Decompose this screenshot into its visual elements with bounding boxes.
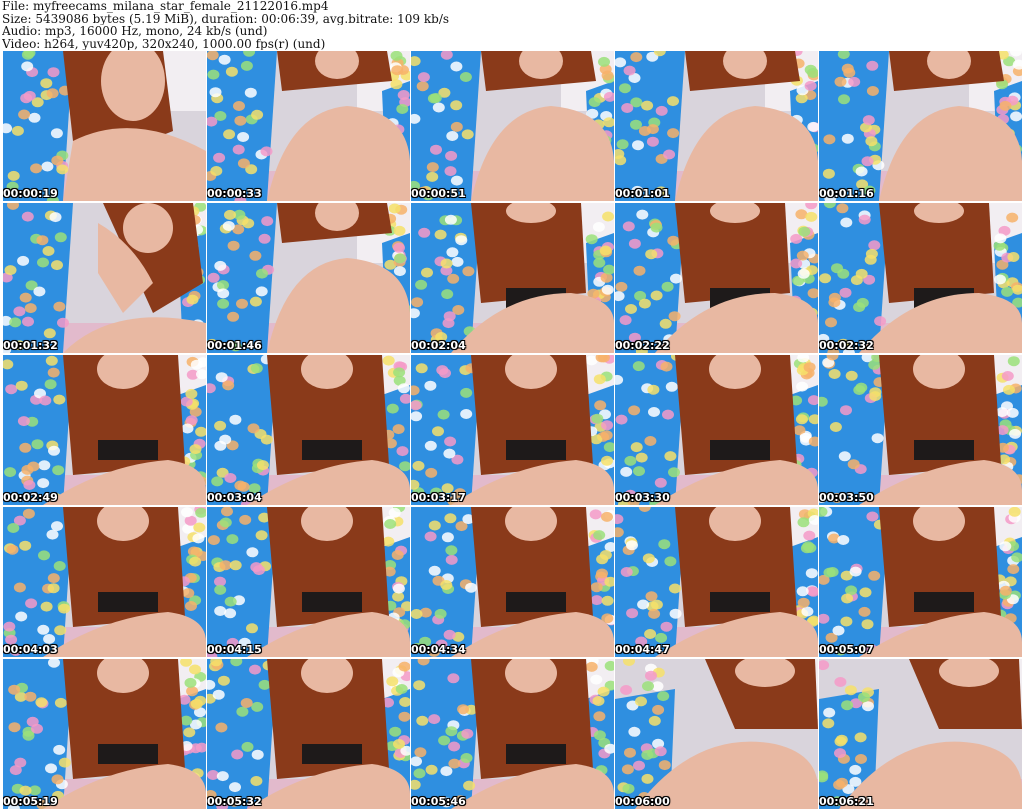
video-thumbnail: 00:03:30: [615, 355, 818, 505]
video-info-line: Video: h264, yuv420p, 320x240, 1000.00 f…: [2, 37, 326, 50]
file-info-header: File: myfreecams_milana_star_female_2112…: [2, 0, 1020, 50]
video-thumbnail: 00:00:51: [411, 51, 614, 201]
audio-info-line: Audio: mp3, 16000 Hz, mono, 24 kb/s (und…: [2, 25, 268, 38]
timestamp-label: 00:01:01: [615, 187, 670, 200]
thumbnail-image: [615, 203, 818, 353]
thumbnail-image: [207, 659, 410, 809]
thumbnail-image: [3, 355, 206, 505]
file-size-line: Size: 5439086 bytes (5.19 MiB), duration…: [2, 12, 450, 25]
video-thumbnail: 00:04:03: [3, 507, 206, 657]
timestamp-label: 00:02:32: [819, 339, 874, 352]
file-name-line: File: myfreecams_milana_star_female_2112…: [2, 0, 329, 13]
thumbnail-image: [3, 659, 206, 809]
timestamp-label: 00:01:32: [3, 339, 58, 352]
thumbnail-image: [615, 507, 818, 657]
video-thumbnail: 00:01:46: [207, 203, 410, 353]
timestamp-label: 00:02:04: [411, 339, 466, 352]
thumbnail-image: [411, 203, 614, 353]
timestamp-label: 00:03:50: [819, 491, 874, 504]
timestamp-label: 00:03:30: [615, 491, 670, 504]
video-thumbnail: 00:03:17: [411, 355, 614, 505]
thumbnail-image: [819, 51, 1022, 201]
video-thumbnail: 00:04:34: [411, 507, 614, 657]
thumbnail-image: [819, 659, 1022, 809]
video-thumbnail: 00:05:32: [207, 659, 410, 809]
timestamp-label: 00:05:19: [3, 795, 58, 808]
timestamp-label: 00:00:19: [3, 187, 58, 200]
video-thumbnail: 00:00:33: [207, 51, 410, 201]
thumbnail-image: [411, 51, 614, 201]
video-thumbnail: 00:02:22: [615, 203, 818, 353]
thumbnail-image: [207, 203, 410, 353]
timestamp-label: 00:05:32: [207, 795, 262, 808]
thumbnail-image: [411, 355, 614, 505]
timestamp-label: 00:01:16: [819, 187, 874, 200]
thumbnail-image: [819, 507, 1022, 657]
video-thumbnail: 00:00:19: [3, 51, 206, 201]
thumbnail-image: [615, 659, 818, 809]
timestamp-label: 00:03:17: [411, 491, 466, 504]
timestamp-label: 00:00:33: [207, 187, 262, 200]
timestamp-label: 00:02:22: [615, 339, 670, 352]
video-thumbnail: 00:06:21: [819, 659, 1022, 809]
timestamp-label: 00:05:46: [411, 795, 466, 808]
timestamp-label: 00:02:49: [3, 491, 58, 504]
video-thumbnail: 00:03:50: [819, 355, 1022, 505]
thumbnail-grid: 00:00:19 00:00:33 00:00:51 00:01:01 00:01:16…: [3, 51, 1022, 809]
timestamp-label: 00:06:21: [819, 795, 874, 808]
video-thumbnail: 00:03:04: [207, 355, 410, 505]
thumbnail-image: [411, 507, 614, 657]
thumbnail-image: [819, 355, 1022, 505]
video-thumbnail: 00:05:07: [819, 507, 1022, 657]
thumbnail-image: [207, 507, 410, 657]
thumbnail-image: [411, 659, 614, 809]
thumbnail-image: [3, 203, 206, 353]
video-thumbnail: 00:01:01: [615, 51, 818, 201]
video-thumbnail: 00:01:16: [819, 51, 1022, 201]
thumbnail-image: [207, 355, 410, 505]
video-thumbnail: 00:02:04: [411, 203, 614, 353]
timestamp-label: 00:06:00: [615, 795, 670, 808]
thumbnail-image: [615, 51, 818, 201]
video-thumbnail: 00:02:32: [819, 203, 1022, 353]
timestamp-label: 00:03:04: [207, 491, 262, 504]
video-thumbnail: 00:04:47: [615, 507, 818, 657]
video-thumbnail: 00:02:49: [3, 355, 206, 505]
thumbnail-image: [3, 51, 206, 201]
timestamp-label: 00:00:51: [411, 187, 466, 200]
video-thumbnail: 00:01:32: [3, 203, 206, 353]
timestamp-label: 00:04:34: [411, 643, 466, 656]
thumbnail-image: [207, 51, 410, 201]
video-thumbnail: 00:05:19: [3, 659, 206, 809]
timestamp-label: 00:04:03: [3, 643, 58, 656]
video-thumbnail: 00:05:46: [411, 659, 614, 809]
timestamp-label: 00:04:47: [615, 643, 670, 656]
thumbnail-image: [615, 355, 818, 505]
video-thumbnail: 00:06:00: [615, 659, 818, 809]
timestamp-label: 00:04:15: [207, 643, 262, 656]
thumbnail-image: [819, 203, 1022, 353]
timestamp-label: 00:05:07: [819, 643, 874, 656]
timestamp-label: 00:01:46: [207, 339, 262, 352]
thumbnail-image: [3, 507, 206, 657]
video-thumbnail: 00:04:15: [207, 507, 410, 657]
